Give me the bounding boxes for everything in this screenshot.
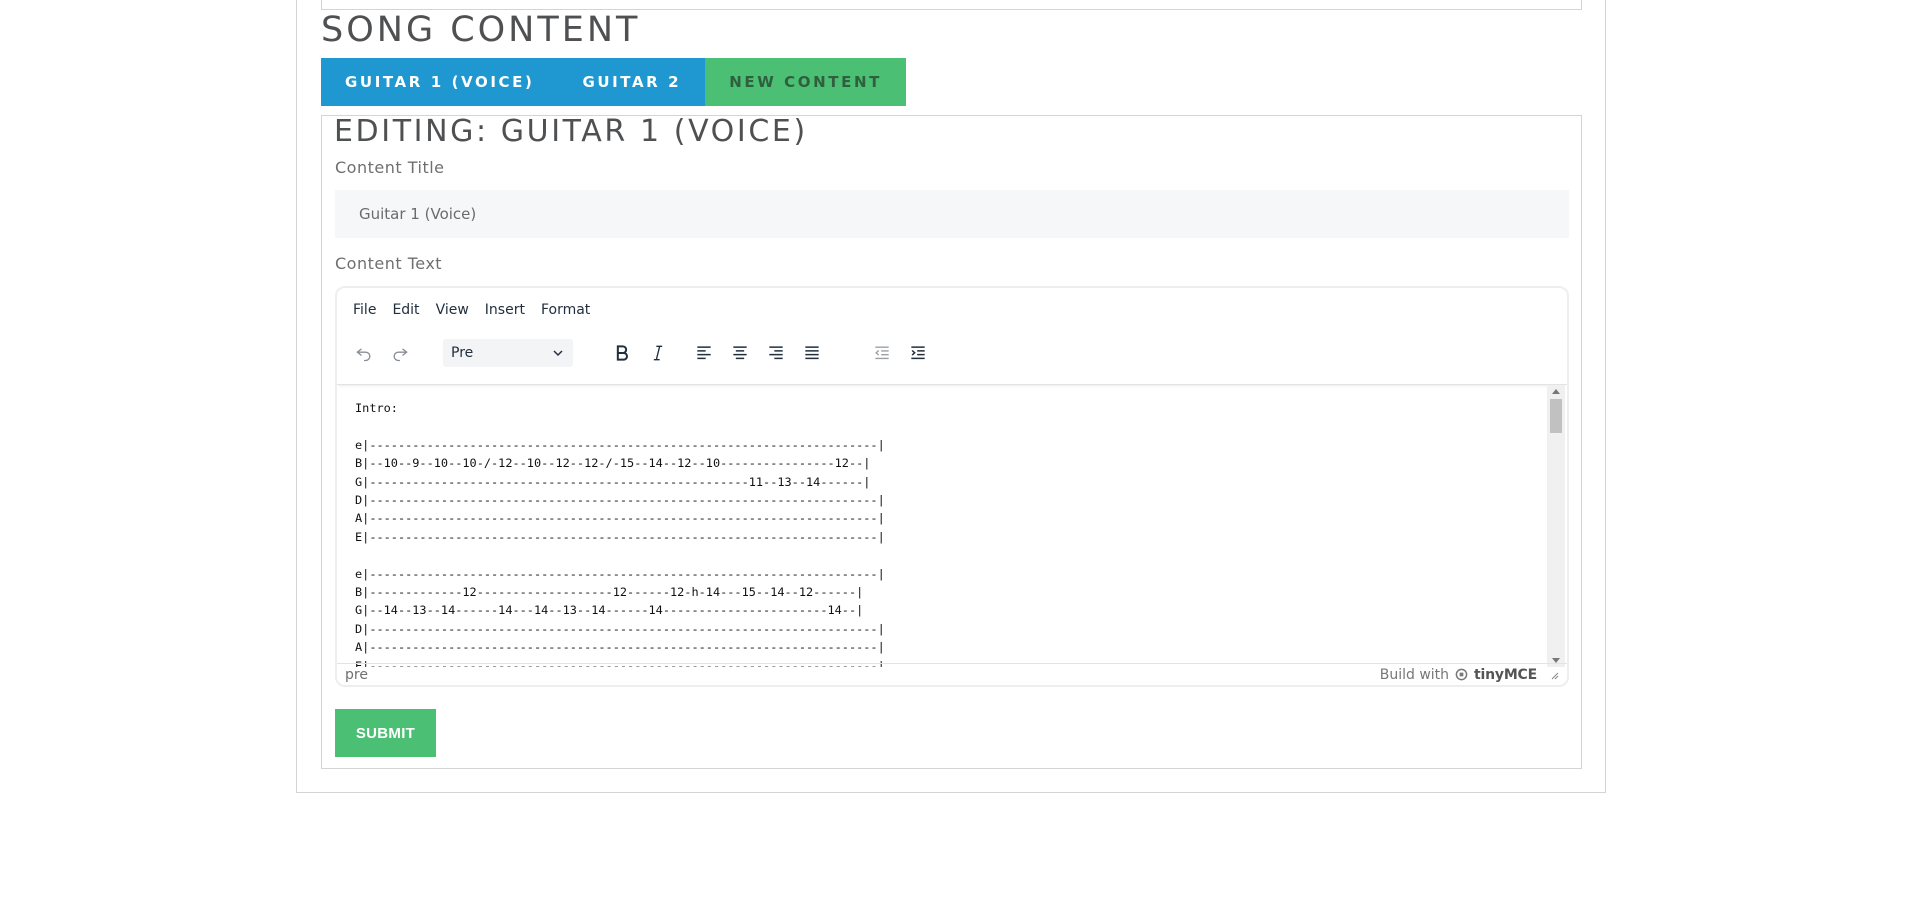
element-path[interactable]: pre bbox=[345, 667, 368, 683]
menu-edit[interactable]: Edit bbox=[384, 298, 427, 322]
block-format-value: Pre bbox=[451, 345, 474, 361]
tinymce-branding[interactable]: Build with tinyMCE bbox=[1380, 667, 1559, 683]
editor-menubar: File Edit View Insert Format bbox=[345, 298, 598, 322]
content-text-label: Content Text bbox=[335, 254, 443, 273]
outdent-icon[interactable] bbox=[867, 338, 897, 368]
align-left-icon[interactable] bbox=[689, 338, 719, 368]
menu-view[interactable]: View bbox=[428, 298, 477, 322]
submit-button[interactable]: SUBMIT bbox=[335, 709, 436, 757]
branding-name: tinyMCE bbox=[1474, 666, 1537, 683]
editor-scrollbar[interactable] bbox=[1547, 385, 1565, 667]
resize-handle-icon[interactable] bbox=[1549, 670, 1559, 680]
branding-prefix: Build with bbox=[1379, 666, 1450, 683]
bold-icon[interactable] bbox=[607, 338, 637, 368]
undo-icon[interactable] bbox=[349, 338, 379, 368]
chevron-down-icon bbox=[553, 350, 563, 357]
menu-file[interactable]: File bbox=[345, 298, 384, 322]
guitar-tab-text[interactable]: Intro: e|-------------------------------… bbox=[339, 385, 1547, 667]
content-title-input[interactable] bbox=[335, 190, 1569, 238]
tab-new-content[interactable]: NEW CONTENT bbox=[705, 58, 906, 106]
editor-statusbar: pre Build with tinyMCE bbox=[337, 663, 1567, 685]
align-center-icon[interactable] bbox=[725, 338, 755, 368]
menu-insert[interactable]: Insert bbox=[477, 298, 533, 322]
tinymce-logo-icon bbox=[1455, 668, 1468, 681]
italic-icon[interactable] bbox=[643, 338, 673, 368]
block-format-select[interactable]: Pre bbox=[443, 339, 573, 367]
section-title: SONG CONTENT bbox=[321, 10, 641, 50]
content-title-label: Content Title bbox=[335, 158, 445, 177]
tab-guitar-2[interactable]: GUITAR 2 bbox=[558, 58, 706, 106]
menu-format[interactable]: Format bbox=[533, 298, 598, 322]
editor-toolbar: Pre bbox=[345, 336, 1559, 370]
scrollbar-thumb[interactable] bbox=[1550, 399, 1562, 433]
scroll-up-icon[interactable] bbox=[1552, 389, 1560, 394]
editing-heading: EDITING: GUITAR 1 (VOICE) bbox=[334, 114, 808, 149]
indent-icon[interactable] bbox=[903, 338, 933, 368]
content-tabs: GUITAR 1 (VOICE) GUITAR 2 NEW CONTENT bbox=[321, 58, 906, 106]
edit-content-panel: EDITING: GUITAR 1 (VOICE) Content Title … bbox=[321, 114, 1582, 769]
editor-content-area[interactable]: Intro: e|-------------------------------… bbox=[339, 385, 1547, 667]
align-right-icon[interactable] bbox=[761, 338, 791, 368]
tab-guitar-1-voice[interactable]: GUITAR 1 (VOICE) bbox=[321, 58, 559, 106]
align-justify-icon[interactable] bbox=[797, 338, 827, 368]
redo-icon[interactable] bbox=[385, 338, 415, 368]
rich-text-editor: File Edit View Insert Format Pre Intro: … bbox=[335, 286, 1569, 687]
